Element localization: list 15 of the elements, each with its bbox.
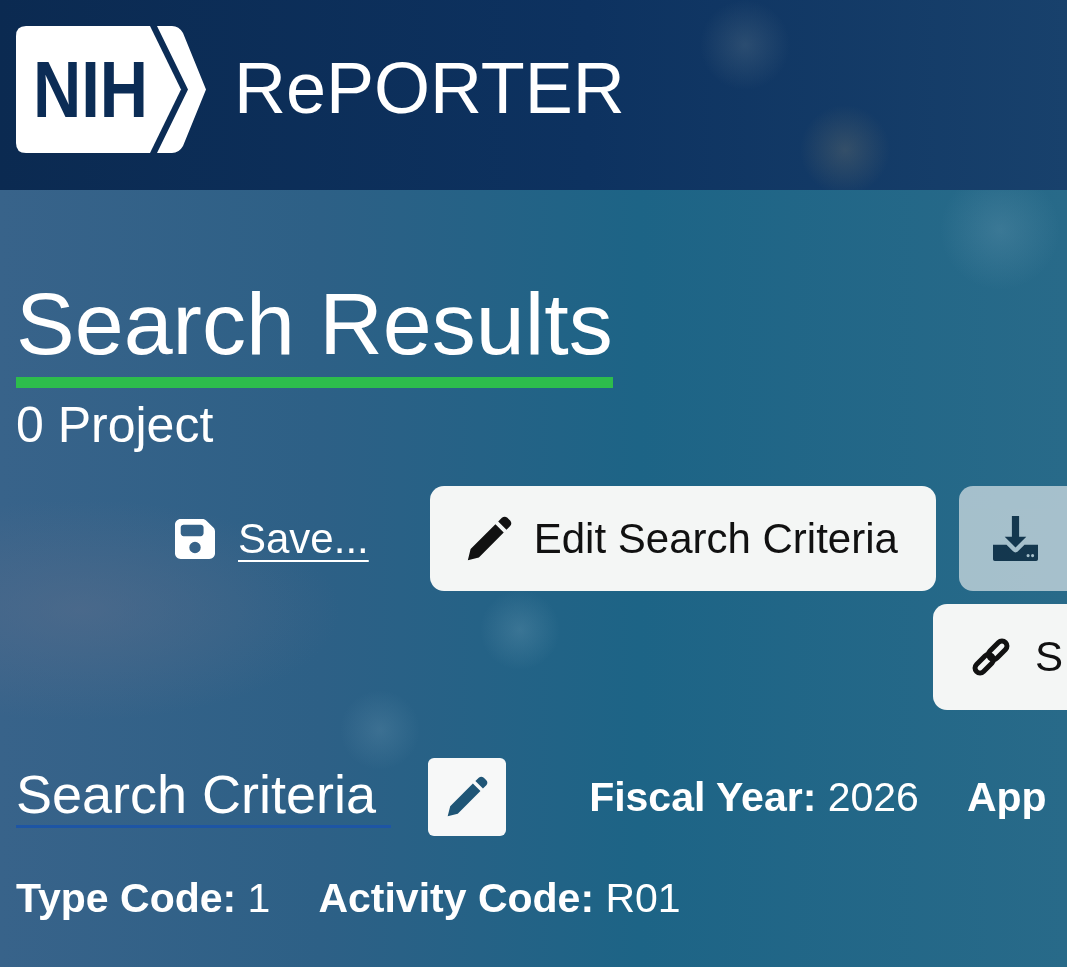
- result-count: 0 Project: [16, 400, 214, 450]
- section-heading: Search Criteria: [16, 766, 392, 828]
- edit-search-button[interactable]: Edit Search Criteria: [429, 486, 936, 591]
- criteria-item: Fiscal Year: 2026: [589, 776, 919, 818]
- pencil-icon: [465, 515, 512, 562]
- criteria-item: App: [966, 776, 1047, 818]
- pencil-icon: [446, 776, 489, 818]
- site-title: RePORTER: [234, 52, 625, 124]
- save-link[interactable]: Save...: [175, 514, 369, 563]
- page-title: Search Results: [16, 280, 613, 388]
- criteria-item: Activity Code: R01: [318, 878, 681, 919]
- link-button[interactable]: S: [933, 604, 1067, 710]
- edit-criteria-button[interactable]: [428, 758, 507, 836]
- criteria-item: Type Code: 1: [16, 878, 271, 919]
- download-icon: [992, 516, 1038, 561]
